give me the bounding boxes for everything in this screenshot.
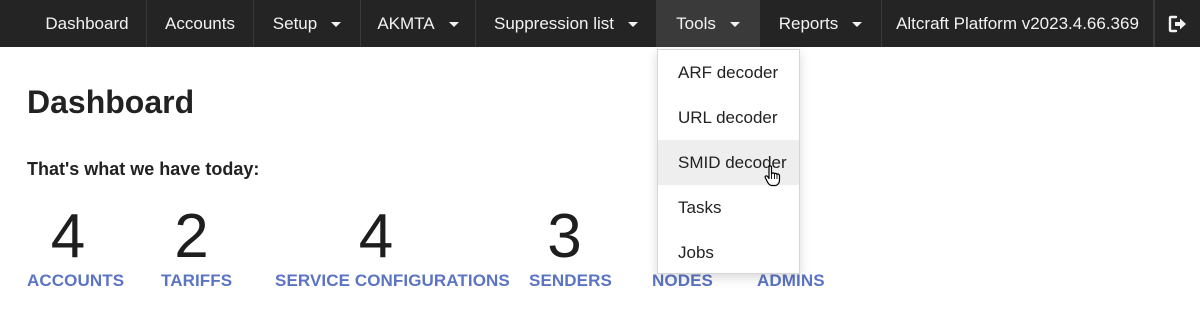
chevron-down-icon [729, 22, 740, 27]
nav-version[interactable]: Altcraft Platform v2023.4.66.369 [882, 0, 1154, 47]
tools-dropdown-menu: ARF decoder URL decoder SMID decoder Tas… [657, 49, 800, 274]
menu-item-tasks[interactable]: Tasks [658, 185, 799, 230]
chevron-down-icon [331, 22, 342, 27]
stat-senders-value: 3 [547, 202, 582, 271]
logout-button[interactable] [1154, 0, 1200, 47]
menu-item-arf-decoder[interactable]: ARF decoder [658, 50, 799, 95]
stat-accounts-value: 4 [50, 202, 86, 271]
page-title: Dashboard [27, 84, 195, 120]
chevron-down-icon [448, 22, 459, 27]
stat-tariffs-value: 2 [174, 202, 209, 271]
nav-setup-label: Setup [272, 13, 318, 33]
hand-pointer-icon [764, 165, 781, 187]
stat-accounts-link[interactable]: ACCOUNTS [27, 271, 124, 291]
nav-setup[interactable]: Setup [254, 0, 361, 47]
nav-akmta[interactable]: AKMTA [361, 0, 476, 47]
nav-dashboard-label: Dashboard [45, 13, 129, 33]
menu-item-jobs[interactable]: Jobs [658, 230, 799, 275]
nav-akmta-label: AKMTA [377, 13, 435, 33]
nav-suppression-list[interactable]: Suppression list [476, 0, 657, 47]
nav-accounts-label: Accounts [165, 13, 235, 33]
menu-item-url-decoder[interactable]: URL decoder [658, 95, 799, 140]
stat-service-configurations: 4 SERVICE CONFIGURATIONS [275, 202, 510, 291]
nav-version-label: Altcraft Platform v2023.4.66.369 [896, 13, 1139, 33]
chevron-down-icon [852, 22, 863, 27]
nav-dashboard[interactable]: Dashboard [28, 0, 147, 47]
nav-accounts[interactable]: Accounts [147, 0, 254, 47]
stat-service-configurations-link[interactable]: SERVICE CONFIGURATIONS [275, 271, 510, 291]
stat-service-configurations-value: 4 [358, 202, 394, 271]
sign-out-icon [1168, 15, 1186, 32]
stat-accounts: 4 ACCOUNTS [27, 202, 124, 291]
nav-tools[interactable]: Tools [657, 0, 760, 47]
stat-senders-link[interactable]: SENDERS [529, 271, 612, 291]
stat-tariffs-link[interactable]: TARIFFS [161, 271, 232, 291]
page-subtitle: That's what we have today: [27, 159, 260, 179]
top-navbar: Dashboard Accounts Setup AKMTA Suppressi… [0, 0, 1200, 47]
nav-reports-label: Reports [778, 13, 839, 33]
nav-tools-label: Tools [676, 13, 716, 33]
stat-senders: 3 SENDERS [529, 202, 612, 291]
nav-reports[interactable]: Reports [760, 0, 882, 47]
nav-suppression-list-label: Suppression list [493, 13, 614, 33]
chevron-down-icon [628, 22, 638, 27]
stat-tariffs: 2 TARIFFS [161, 202, 232, 291]
